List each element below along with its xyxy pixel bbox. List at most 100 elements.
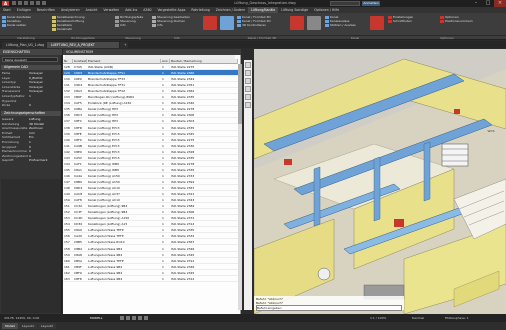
polar-icon[interactable] <box>138 316 142 320</box>
ribbon-button[interactable]: 3D Kontrollieren <box>237 23 287 27</box>
layout-tab[interactable]: Layout1 <box>19 323 37 329</box>
save-icon[interactable] <box>24 1 28 5</box>
settings-large-icon[interactable] <box>370 16 384 30</box>
property-value[interactable]: 0 <box>29 103 60 108</box>
filter-icon[interactable] <box>245 62 251 68</box>
property-key: Dicke <box>2 103 11 108</box>
table-scrollbar[interactable] <box>238 64 242 310</box>
status-bar: 43178, 12450, 00, 0.00 MODELL 1:1 / 100%… <box>0 314 506 322</box>
ribbon-group-einstellungen: Einstellungen Schnittlisten <box>388 15 438 23</box>
maximize-button[interactable]: □ <box>482 0 494 7</box>
units-readout[interactable]: Dezimal <box>412 314 442 322</box>
ribbon-group-label: Darstellung <box>0 35 52 40</box>
support-icon <box>325 23 329 27</box>
model-viewport[interactable]: WCS <box>254 49 506 314</box>
selection-dropdown[interactable]: Keine Auswahl <box>2 57 58 62</box>
ribbon-group-label: Optionen <box>388 35 506 40</box>
layout-tab[interactable]: Layout2 <box>38 323 56 329</box>
open-icon[interactable] <box>18 1 22 5</box>
command-input[interactable]: Befehl eingeben <box>256 305 402 311</box>
ribbon-button[interactable]: Positionsnummern <box>440 19 500 23</box>
property-key: Geprüft <box>2 158 14 163</box>
ribbon-button-label: Kanal setzen <box>7 23 27 27</box>
outlet-icon[interactable] <box>290 16 304 30</box>
properties-section-header[interactable]: Zeichnungseigenschaften <box>1 111 61 116</box>
ribbon-button-label: Kanalnetz <box>57 27 72 31</box>
side-toolbar <box>244 60 252 310</box>
search-input[interactable] <box>330 1 360 6</box>
export-icon[interactable] <box>245 78 251 84</box>
scrollbar-thumb[interactable] <box>238 64 242 124</box>
new-tab-button[interactable]: + <box>120 42 128 48</box>
table-cell: Luftungsdurchlass 9B4 <box>88 276 123 281</box>
minimize-button[interactable]: – <box>470 0 482 7</box>
close-button[interactable]: × <box>494 0 506 7</box>
ribbon-button-label: Schnittlisten <box>393 19 412 23</box>
layer-readout[interactable]: Fitzbauphase: 1 <box>445 314 503 322</box>
ribbon-button[interactable]: Kanalnetz <box>52 27 112 31</box>
ribbon-button-label: Positionsnummern <box>445 19 473 23</box>
ribbon-button-label: Info <box>120 23 126 27</box>
file-tab-bar: Lüftung_Plan_UG_1.dwg LUEFTUNG_REV_A_PRO… <box>0 41 506 48</box>
table-cell: ISO-Stelle 2312 <box>171 276 195 281</box>
property-row[interactable]: Dicke 0 <box>2 103 60 108</box>
refresh-icon[interactable] <box>245 94 251 100</box>
list-icon <box>388 19 392 23</box>
property-value[interactable]: Prüfvermerk <box>29 158 60 163</box>
ribbon-group-richtungspfeile: Richtungspfeile Steuerung Info <box>115 15 151 27</box>
ribbon-button[interactable]: Schnittlisten <box>388 19 438 23</box>
ribbon-group-formteil: Kanal / Formteil 3D Kanal / Formteil 2D … <box>237 15 287 27</box>
osnap-icon[interactable] <box>144 316 148 320</box>
table-cell: 163 <box>64 276 70 281</box>
login-button[interactable]: Anmelden <box>362 1 380 6</box>
print-icon[interactable] <box>30 1 34 5</box>
new-icon[interactable] <box>12 1 16 5</box>
print-icon[interactable] <box>245 86 251 92</box>
file-tab[interactable]: Lüftung_Plan_UG_1.dwg <box>2 42 46 48</box>
ribbon-button[interactable]: Info <box>152 23 200 27</box>
ribbon-group-label: Kanal <box>322 35 388 40</box>
properties-panel: EIGENSCHAFTEN Keine Auswahl Allgemein CA… <box>0 49 62 314</box>
zoom-icon[interactable] <box>245 70 251 76</box>
ribbon-button[interactable]: Stützen / Auslass <box>325 23 365 27</box>
info-icon <box>115 23 119 27</box>
annotation-scale[interactable]: 1:1 / 100% <box>370 314 410 322</box>
file-tab-active[interactable]: LUEFTUNG_REV_A_PROJEKT <box>47 42 119 48</box>
snap-icon[interactable] <box>126 316 130 320</box>
layout-tab-model[interactable]: Modell <box>2 323 18 329</box>
ribbon-button[interactable]: Info <box>115 23 151 27</box>
label-icon <box>52 27 56 31</box>
ribbon-group-label: Info <box>152 35 202 40</box>
layout-tab-bar: Modell Layout1 Layout2 <box>0 322 506 330</box>
ribbon-group-beschriftung: Kanalbezeichnung Kanalbeschriftung Kanal… <box>52 15 112 31</box>
ribbon-button[interactable]: Kanal setzen <box>2 23 52 27</box>
model-space-toggle[interactable]: MODELL <box>90 314 114 322</box>
ribbon-button-label: Info <box>157 23 163 27</box>
table-cell: C8F8 <box>74 276 82 281</box>
ribbon: Kanal darstellen Kanalbau Kanal setzen K… <box>0 13 506 40</box>
duct-fitting-3d-icon[interactable] <box>203 16 217 30</box>
table-row[interactable]: 163 C8F8 Luftungsdurchlass 9B4 1 ISO-Stelle … <box>63 276 238 282</box>
quick-access-toolbar[interactable] <box>12 1 62 6</box>
app-logo[interactable]: A <box>2 1 9 6</box>
support-icon[interactable] <box>307 16 321 30</box>
ortho-icon[interactable] <box>132 316 136 320</box>
info-icon <box>152 23 156 27</box>
number-icon <box>440 19 444 23</box>
command-line[interactable]: Befehl: *Abbruch* Befehl: *Abbruch* Befe… <box>254 296 404 311</box>
ribbon-group-label: Kanal / Formteil 3D <box>202 35 322 40</box>
ribbon-button-label: 3D Kontrollieren <box>242 23 267 27</box>
ribbon-group-steuerung: Steuerung bearbeiten Steuerung löschen I… <box>152 15 200 27</box>
document-title: Lüftung_Geschoss_Integration.dwg <box>234 1 296 5</box>
duct-fitting-2d-icon[interactable] <box>220 16 234 30</box>
property-row[interactable]: Geprüft Prüfvermerk <box>2 158 60 163</box>
redo-icon[interactable] <box>42 1 46 5</box>
ribbon-button-label: Stützen / Auslass <box>330 23 356 27</box>
duct-icon <box>2 23 6 27</box>
properties-section-header[interactable]: Allgemein CAD <box>1 65 61 70</box>
ribbon-group-darstellung: Kanal darstellen Kanalbau Kanal setzen <box>2 15 52 27</box>
ribbon-group-label: Richtungspfeile <box>52 35 114 40</box>
undo-icon[interactable] <box>36 1 40 5</box>
grid-icon[interactable] <box>120 316 124 320</box>
settings-icon[interactable] <box>245 102 251 108</box>
